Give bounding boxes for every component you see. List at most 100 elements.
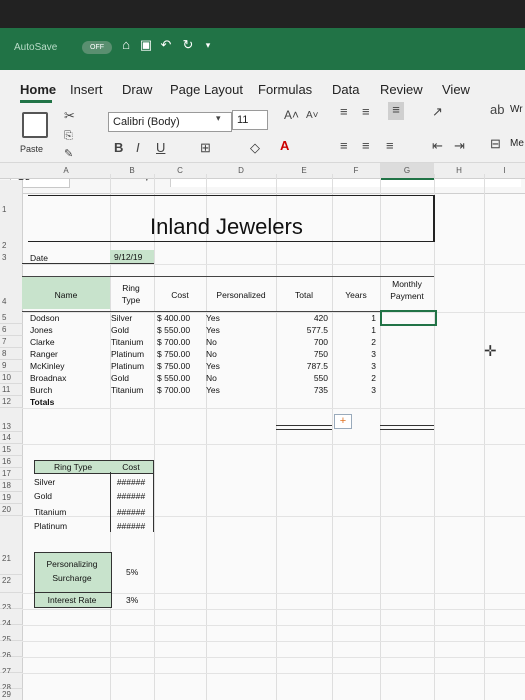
align-left-icon[interactable]: ≡ [340, 138, 348, 154]
tab-data[interactable]: Data [332, 82, 359, 97]
decrease-font-icon[interactable]: A˅ [306, 108, 319, 124]
align-bottom-icon[interactable]: ≡ [388, 102, 404, 120]
customize-toolbar-icon[interactable]: ▾ [200, 37, 216, 53]
italic-button[interactable]: I [136, 140, 140, 156]
column-header-b[interactable]: B [110, 163, 155, 179]
record-ring: Titanium [111, 337, 144, 347]
row-header-27[interactable]: 27 [0, 657, 23, 676]
lookup-row[interactable]: Platinum ###### [0, 521, 200, 532]
record-total: 750 [313, 349, 328, 359]
increase-font-icon[interactable]: A˄ [284, 107, 299, 123]
active-tab-indicator [20, 100, 52, 103]
borders-icon[interactable]: ⊞ [200, 140, 211, 156]
record-cost: $ 700.00 [157, 337, 191, 347]
record-total: 700 [313, 337, 328, 347]
column-header-c[interactable]: C [154, 163, 207, 179]
chevron-down-icon[interactable]: ▾ [216, 113, 221, 124]
row-header-26[interactable]: 26 [0, 641, 23, 660]
merge-label[interactable]: Me [510, 138, 524, 149]
tab-draw[interactable]: Draw [122, 82, 152, 97]
wrap-text-label[interactable]: Wr [510, 104, 523, 115]
record-ring: Titanium [111, 385, 144, 395]
row-header-12[interactable]: 12 [0, 396, 23, 408]
home-icon[interactable]: ⌂ [118, 37, 134, 53]
format-painter-icon[interactable]: ✎ [64, 146, 73, 162]
crosshair-cursor-icon: ✛ [484, 343, 497, 360]
column-header-e[interactable]: E [276, 163, 333, 179]
autosave-toggle[interactable]: OFF [82, 41, 112, 54]
align-center-icon[interactable]: ≡ [362, 138, 370, 154]
column-headers: A B C D E F G H I [0, 163, 525, 180]
orientation-icon[interactable]: ↗ [432, 104, 443, 120]
row-header-4[interactable]: 4 [0, 264, 23, 313]
row-header-23[interactable]: 23 [0, 593, 23, 612]
tab-page-layout[interactable]: Page Layout [170, 82, 243, 97]
lookup-type: Platinum [34, 521, 68, 531]
row-header-25[interactable]: 25 [0, 625, 23, 644]
fill-color-icon[interactable]: ◇ [250, 140, 260, 156]
table-row[interactable]: Broadnax Gold $ 550.00 No 550 2 [0, 373, 525, 384]
record-cost: $ 750.00 [157, 349, 191, 359]
title-bar [0, 28, 525, 70]
table-row[interactable]: Ranger Platinum $ 750.00 No 750 3 [0, 349, 525, 360]
save-icon[interactable]: ▣ [138, 37, 154, 53]
row-header-14[interactable]: 14 [0, 432, 23, 444]
column-header-g[interactable]: G [380, 163, 435, 180]
table-row[interactable]: Clarke Titanium $ 700.00 No 700 2 [0, 337, 525, 348]
wrap-text-icon[interactable]: ab [490, 102, 504, 118]
lookup-cost: ###### [116, 521, 146, 531]
decrease-indent-icon[interactable]: ⇤ [432, 138, 443, 154]
copy-icon[interactable]: ⎘ [64, 128, 73, 144]
align-top-icon[interactable]: ≡ [340, 104, 348, 120]
lookup-row[interactable]: Gold ###### [0, 491, 200, 502]
lookup-row[interactable]: Silver ###### [0, 477, 200, 488]
paste-label: Paste [20, 144, 44, 154]
row-header-15[interactable]: 15 [0, 444, 23, 456]
quick-analysis-icon[interactable]: + [334, 414, 352, 429]
align-right-icon[interactable]: ≡ [386, 138, 394, 154]
font-color-icon[interactable]: A [280, 138, 289, 154]
align-middle-icon[interactable]: ≡ [362, 104, 370, 120]
gridline [22, 641, 525, 642]
tab-review[interactable]: Review [380, 82, 423, 97]
table-row[interactable]: Dodson Silver $ 400.00 Yes 420 1 [0, 313, 525, 324]
tab-insert[interactable]: Insert [70, 82, 103, 97]
record-total: 420 [313, 313, 328, 323]
record-personalized: Yes [206, 313, 220, 323]
column-header-h[interactable]: H [434, 163, 485, 179]
table-row[interactable]: Burch Titanium $ 700.00 Yes 735 3 [0, 385, 525, 396]
row-header-24[interactable]: 24 [0, 609, 23, 628]
tab-formulas[interactable]: Formulas [258, 82, 312, 97]
underline-button[interactable]: U [156, 140, 165, 156]
undo-icon[interactable]: ↶ [158, 37, 174, 53]
lookup-row[interactable]: Titanium ###### [0, 507, 200, 518]
font-size-select[interactable]: 11 [232, 110, 268, 130]
tab-view[interactable]: View [442, 82, 470, 97]
row-header-16[interactable]: 16 [0, 456, 23, 468]
sheet-title: Inland Jewelers [150, 214, 303, 239]
tab-home[interactable]: Home [20, 82, 56, 97]
font-name-select[interactable]: Calibri (Body) [108, 112, 232, 132]
row-header-1[interactable]: 1 [0, 180, 23, 241]
record-ring: Platinum [111, 349, 145, 359]
select-all-corner[interactable] [0, 163, 23, 179]
bold-button[interactable]: B [114, 140, 123, 156]
column-header-d[interactable]: D [206, 163, 277, 179]
increase-indent-icon[interactable]: ⇥ [454, 138, 465, 154]
monitor-bezel [0, 0, 525, 30]
redo-icon[interactable]: ↻ [180, 37, 196, 53]
merge-icon[interactable]: ⊟ [490, 136, 501, 152]
record-name: Jones [30, 325, 53, 335]
column-header-i[interactable]: I [484, 163, 525, 179]
cut-icon[interactable]: ✂ [64, 108, 75, 124]
column-header-a[interactable]: A [22, 163, 111, 179]
table-row[interactable]: Jones Gold $ 550.00 Yes 577.5 1 [0, 325, 525, 336]
row-header-28[interactable]: 28 [0, 673, 23, 692]
table-row[interactable]: McKinley Platinum $ 750.00 Yes 787.5 3 [0, 361, 525, 372]
row-header-29[interactable]: 29 [0, 689, 23, 700]
row-header-22[interactable]: 22 [0, 575, 23, 593]
record-personalized: No [206, 337, 217, 347]
column-header-f[interactable]: F [332, 163, 381, 179]
row-header-13[interactable]: 13 [0, 408, 23, 432]
paste-icon[interactable] [22, 112, 48, 138]
